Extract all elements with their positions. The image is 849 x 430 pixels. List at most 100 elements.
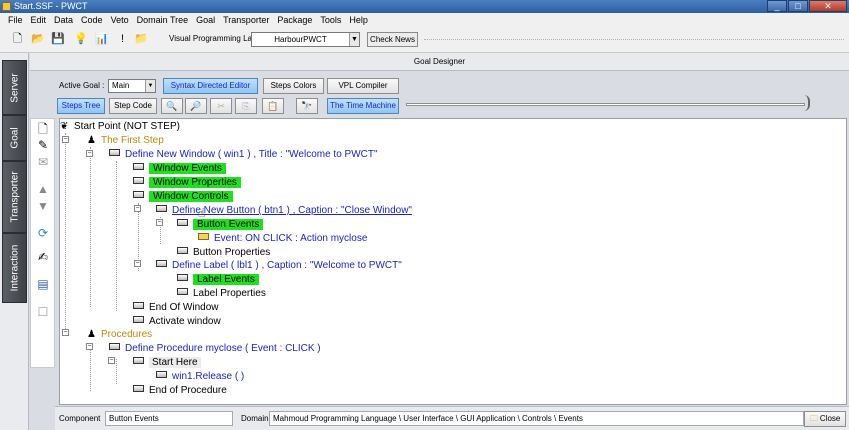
exclamation-icon[interactable]: ! xyxy=(116,33,129,46)
time-machine-button[interactable]: The Time Machine xyxy=(327,98,399,114)
step-icon xyxy=(177,274,188,281)
refresh-icon[interactable]: ⟳ xyxy=(35,225,51,241)
domain-field: Mahmoud Programming Language \ User Inte… xyxy=(269,411,804,426)
tree-node-label-events[interactable]: Label Events xyxy=(177,273,259,286)
tree-connector xyxy=(90,344,91,391)
collapse-icon[interactable]: − xyxy=(86,343,93,350)
collapse-icon[interactable]: − xyxy=(108,357,115,364)
edit-step-icon[interactable]: ✎ xyxy=(35,137,51,153)
minimize-button[interactable]: _ xyxy=(767,0,787,12)
tree-connector xyxy=(116,161,117,311)
tree-node-define-window[interactable]: Define New Window ( win1 ) , Title : "We… xyxy=(109,148,378,161)
steps-tree-button[interactable]: Steps Tree xyxy=(57,98,105,114)
step-icon xyxy=(133,316,144,323)
move-up-icon[interactable]: ▲ xyxy=(35,181,51,197)
step-icon xyxy=(109,149,120,156)
collapse-icon[interactable]: − xyxy=(62,136,69,143)
syntax-directed-editor-button[interactable]: Syntax Directed Editor xyxy=(163,78,258,94)
menu-file[interactable]: File xyxy=(4,13,27,27)
tree-node-first-step[interactable]: ♟ The First Step xyxy=(87,134,164,147)
checkbox-x-icon[interactable]: ☐ xyxy=(35,304,51,320)
tree-node-end-of-window[interactable]: End Of Window xyxy=(133,301,218,314)
pen-icon[interactable]: ✍ xyxy=(35,249,51,265)
chart-icon[interactable]: 📊 xyxy=(95,33,109,46)
comment-icon[interactable]: ✉ xyxy=(35,154,51,170)
steps-colors-button[interactable]: Steps Colors xyxy=(263,78,324,94)
save-icon[interactable]: 💾 xyxy=(51,33,65,46)
menu-edit[interactable]: Edit xyxy=(27,13,51,27)
menu-veto[interactable]: Veto xyxy=(107,13,133,27)
menu-tools[interactable]: Tools xyxy=(316,13,345,27)
collapse-icon[interactable]: − xyxy=(134,205,141,212)
menu-code[interactable]: Code xyxy=(77,13,107,27)
paste-icon[interactable]: 📋 xyxy=(262,98,284,114)
tree-node-define-procedure[interactable]: Define Procedure myclose ( Event : CLICK… xyxy=(109,342,321,355)
collapse-icon[interactable]: − xyxy=(156,219,163,226)
cut-icon[interactable]: ✂ xyxy=(210,98,232,114)
step-code-button[interactable]: Step Code xyxy=(109,98,157,114)
tab-goal[interactable]: Goal xyxy=(2,115,27,161)
step-icon xyxy=(133,302,144,309)
window-icon[interactable]: ▤ xyxy=(35,276,51,292)
tab-server[interactable]: Server xyxy=(2,60,27,115)
tree-node-define-label[interactable]: Define Label ( lbl1 ) , Caption : "Welco… xyxy=(156,259,402,272)
tree-node-button-properties[interactable]: Button Properties xyxy=(177,246,270,259)
folder-up-icon[interactable]: 📁 xyxy=(134,33,148,46)
domain-label: Domain xyxy=(241,414,269,423)
collapse-icon[interactable]: − xyxy=(134,260,141,267)
slider-track xyxy=(406,103,805,106)
zoom-out-icon[interactable]: 🔎 xyxy=(185,98,207,114)
step-icon xyxy=(177,288,188,295)
tree-node-define-button[interactable]: Define New Button ( btn1 ) , Caption : "… xyxy=(156,204,412,217)
close-button[interactable]: 🗀 Close xyxy=(804,411,846,427)
copy-icon[interactable]: ⎘ xyxy=(235,98,257,114)
new-file-icon[interactable]: 🗋 xyxy=(11,33,24,46)
tree-node-procedures[interactable]: ♟ Procedures xyxy=(87,328,152,341)
step-icon xyxy=(133,385,144,392)
tree-node-on-click-event[interactable]: Event: ON CLICK : Action myclose xyxy=(198,232,367,245)
new-step-icon[interactable]: 🗋 xyxy=(35,121,51,137)
active-goal-select[interactable]: Main ▼ xyxy=(108,79,156,93)
root-icon: ❦ xyxy=(60,121,69,132)
goal-designer-panel: Goal Designer 🗋 ✎ ✉ ▲ ▼ ⟳ ✍ ▤ ☐ Active G… xyxy=(30,53,849,430)
move-down-icon[interactable]: ▼ xyxy=(35,198,51,214)
tree-node-window-controls[interactable]: Window Controls xyxy=(133,190,233,203)
tree-node-activate-window[interactable]: Activate window xyxy=(133,315,221,328)
maximize-button[interactable]: □ xyxy=(788,0,808,12)
tree-node-window-events[interactable]: Window Events xyxy=(133,162,226,175)
collapse-icon[interactable]: − xyxy=(62,329,69,336)
open-folder-icon[interactable]: 📂 xyxy=(31,33,45,46)
menu-package[interactable]: Package xyxy=(273,13,316,27)
tree-node-label-properties[interactable]: Label Properties xyxy=(177,287,266,300)
language-select[interactable]: HarbourPWCT ▼ xyxy=(251,32,360,47)
menu-goal[interactable]: Goal xyxy=(192,13,219,27)
tree-node-button-events[interactable]: Button Events xyxy=(177,218,264,231)
check-news-button[interactable]: Check News xyxy=(367,32,418,47)
window-title: Start.SSF - PWCT xyxy=(14,1,88,11)
tree-node-win1-release[interactable]: win1.Release ( ) xyxy=(156,370,244,383)
time-machine-slider[interactable] xyxy=(406,95,810,113)
close-window-button[interactable]: ✕ xyxy=(809,0,847,12)
collapse-icon[interactable]: − xyxy=(86,150,93,157)
tree-connector xyxy=(65,133,66,333)
zoom-in-icon[interactable]: 🔍 xyxy=(161,98,183,114)
tree-node-window-properties[interactable]: Window Properties xyxy=(133,176,241,189)
chevron-down-icon[interactable]: ▼ xyxy=(145,80,155,92)
vpl-compiler-button[interactable]: VPL Compiler xyxy=(327,78,399,94)
tree-node-start-here[interactable]: Start Here xyxy=(133,356,201,369)
slider-thumb[interactable] xyxy=(804,95,810,111)
menu-transporter[interactable]: Transporter xyxy=(219,13,273,27)
menu-data[interactable]: Data xyxy=(50,13,77,27)
lightbulb-icon[interactable]: 💡 xyxy=(74,33,88,46)
tree-node-end-of-procedure[interactable]: End of Procedure xyxy=(133,384,227,397)
panel-title: Goal Designer xyxy=(30,53,849,71)
tree-node-start-point[interactable]: ❦ Start Point (NOT STEP) xyxy=(60,120,180,133)
step-icon xyxy=(177,219,188,226)
find-icon[interactable]: 🔭 xyxy=(296,98,318,114)
chevron-down-icon[interactable]: ▼ xyxy=(349,33,359,46)
menu-help[interactable]: Help xyxy=(345,13,372,27)
tab-interaction[interactable]: Interaction xyxy=(2,233,27,303)
menu-domain-tree[interactable]: Domain Tree xyxy=(133,13,193,27)
tab-transporter[interactable]: Transporter xyxy=(2,161,27,233)
toolbox: 🗋 ✎ ✉ ▲ ▼ ⟳ ✍ ▤ ☐ xyxy=(30,118,55,368)
